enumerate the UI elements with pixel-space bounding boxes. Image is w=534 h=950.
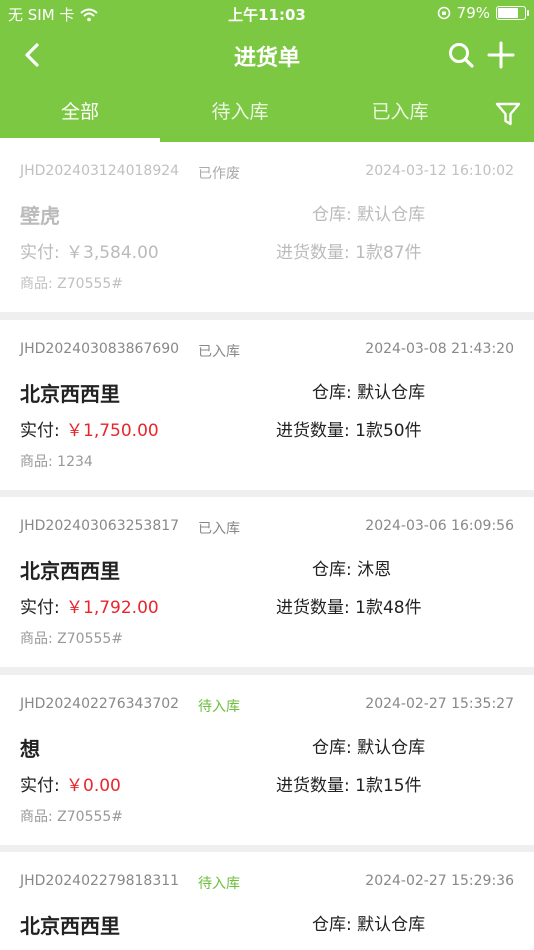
filter-tabs: 全部 待入库 已入库	[0, 90, 534, 142]
goods-code: 商品: Z70555#	[20, 809, 124, 825]
paid-label: 实付:	[20, 243, 60, 263]
goods-code: 商品: Z70555#	[20, 276, 124, 292]
order-datetime: 2024-02-27 15:35:27	[365, 696, 514, 712]
order-datetime: 2024-03-08 21:43:20	[365, 341, 514, 357]
paid-amount: ￥3,584.00	[66, 243, 159, 263]
order-number: JHD202403083867690	[20, 341, 180, 357]
paid-amount: ￥1,792.00	[66, 598, 159, 618]
warehouse: 仓库: 沐恩	[312, 560, 392, 580]
order-number: JHD202403063253817	[20, 518, 180, 534]
paid-label: 实付:	[20, 421, 60, 441]
order-datetime: 2024-03-12 16:10:02	[365, 163, 514, 179]
order-datetime: 2024-02-27 15:29:36	[365, 873, 514, 889]
order-status: 已入库	[198, 521, 240, 537]
purchase-quantity: 进货数量: 1款48件	[276, 598, 422, 618]
warehouse: 仓库: 默认仓库	[312, 738, 426, 758]
warehouse: 仓库: 默认仓库	[312, 383, 426, 403]
battery-icon	[496, 6, 529, 20]
order-datetime: 2024-03-06 16:09:56	[365, 518, 514, 534]
warehouse: 仓库: 默认仓库	[312, 205, 426, 225]
order-number: JHD202402276343702	[20, 696, 180, 712]
orientation-lock-icon	[437, 6, 450, 20]
warehouse: 仓库: 默认仓库	[312, 915, 426, 935]
supplier-name: 北京西西里	[20, 382, 120, 406]
tab-all[interactable]: 全部	[0, 90, 160, 142]
supplier-name: 北京西西里	[20, 914, 120, 938]
order-status: 待入库	[198, 699, 240, 715]
search-icon[interactable]	[446, 40, 476, 70]
goods-code: 商品: 1234	[20, 454, 93, 470]
order-number: JHD202402279818311	[20, 873, 180, 889]
order-card[interactable]: JHD202402276343702 待入库 2024-02-27 15:35:…	[0, 675, 534, 845]
paid-label: 实付:	[20, 598, 60, 618]
paid-amount: ￥0.00	[66, 776, 121, 796]
goods-code: 商品: Z70555#	[20, 631, 124, 647]
tab-stocked[interactable]: 已入库	[320, 90, 480, 142]
filter-icon[interactable]	[494, 100, 522, 128]
supplier-name: 壁虎	[20, 204, 60, 228]
add-icon[interactable]	[486, 40, 516, 70]
navigation-bar: 进货单	[0, 28, 534, 82]
supplier-name: 北京西西里	[20, 559, 120, 583]
purchase-quantity: 进货数量: 1款50件	[276, 421, 422, 441]
order-card[interactable]: JHD202403063253817 已入库 2024-03-06 16:09:…	[0, 497, 534, 667]
paid-label: 实付:	[20, 776, 60, 796]
purchase-quantity: 进货数量: 1款15件	[276, 776, 422, 796]
order-card[interactable]: JHD202403124018924 已作废 2024-03-12 16:10:…	[0, 142, 534, 312]
order-status: 已作废	[198, 166, 240, 182]
paid-amount: ￥1,750.00	[66, 421, 159, 441]
order-status: 待入库	[198, 876, 240, 892]
order-status: 已入库	[198, 344, 240, 360]
top-bar: 无 SIM 卡 上午11:03 79% 进货单 全部 待入库 已入库	[0, 0, 534, 142]
order-number: JHD202403124018924	[20, 163, 180, 179]
order-card[interactable]: JHD202403083867690 已入库 2024-03-08 21:43:…	[0, 320, 534, 490]
purchase-quantity: 进货数量: 1款87件	[276, 243, 422, 263]
tab-pending[interactable]: 待入库	[160, 90, 320, 142]
status-bar: 无 SIM 卡 上午11:03 79%	[0, 0, 534, 28]
order-card[interactable]: JHD202402279818311 待入库 2024-02-27 15:29:…	[0, 852, 534, 950]
battery-percent: 79%	[456, 4, 490, 22]
supplier-name: 想	[20, 737, 40, 761]
